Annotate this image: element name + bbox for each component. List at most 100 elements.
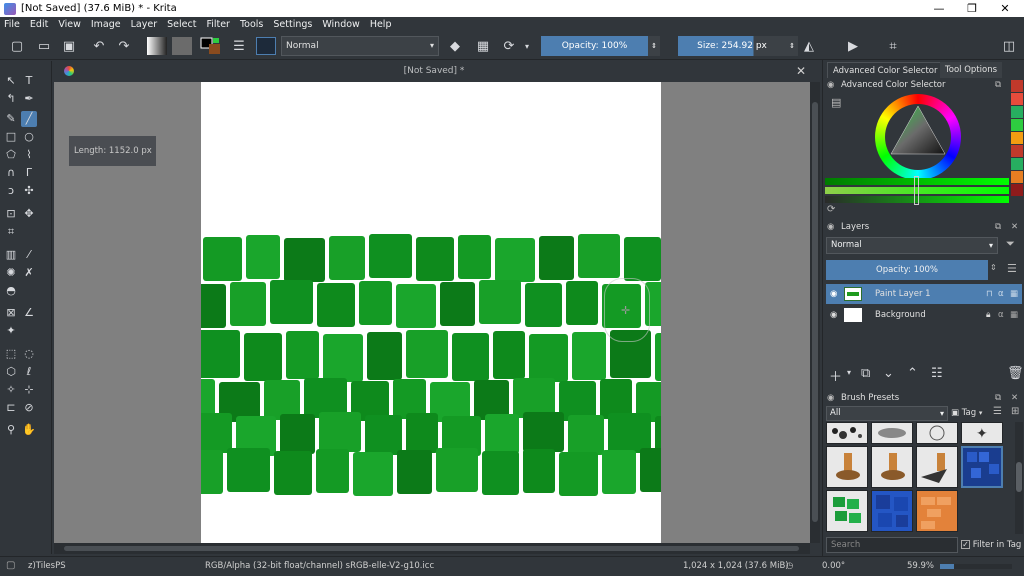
brush-presets-scrollbar-thumb[interactable] <box>1016 462 1022 492</box>
palette-swatch[interactable] <box>1011 80 1023 92</box>
rectangular-selection-tool-icon[interactable]: ⬚ <box>3 346 19 362</box>
brush-preset-icon[interactable] <box>256 37 276 55</box>
alpha-lock-icon[interactable]: α <box>998 305 1004 325</box>
tab-tool-options[interactable]: Tool Options <box>940 62 1003 78</box>
smart-patch-tool-icon[interactable]: ✗ <box>21 265 37 281</box>
minimize-button[interactable]: — <box>922 0 956 17</box>
size-slider[interactable]: Size: 254.92 px <box>678 36 786 56</box>
similar-color-selection-tool-icon[interactable]: ⊹ <box>21 382 37 398</box>
layer-menu-icon[interactable]: ☰ <box>1007 262 1017 275</box>
brush-preset-stamp-1[interactable] <box>826 446 868 488</box>
polyline-tool-icon[interactable]: ⌇ <box>21 147 37 163</box>
preserve-alpha-icon[interactable]: ▦ <box>474 37 492 55</box>
close-window-button[interactable]: ✕ <box>988 0 1022 17</box>
brush-preset-star[interactable]: ✦ <box>961 422 1003 444</box>
visibility-eye-icon[interactable]: ◉ <box>830 305 837 325</box>
document-tab[interactable]: [Not Saved] * ✕ <box>54 62 814 82</box>
zoom-tool-icon[interactable]: ⚲ <box>3 422 19 438</box>
vertical-scrollbar[interactable] <box>810 82 820 543</box>
menu-window[interactable]: Window <box>322 19 359 30</box>
gradient-tool-icon[interactable]: ▥ <box>3 247 19 263</box>
edit-shapes-tool-icon[interactable]: ↰ <box>3 91 19 107</box>
eraser-icon[interactable]: ◆ <box>446 37 464 55</box>
horizontal-scrollbar[interactable] <box>54 543 810 554</box>
reload-preset-icon[interactable]: ⟳ <box>500 37 518 55</box>
layer-filter-icon[interactable]: ⏷ <box>1006 237 1015 251</box>
tag-button[interactable]: ▣ Tag ▾ <box>951 406 989 421</box>
polygon-tool-icon[interactable]: ⬠ <box>3 147 19 163</box>
layers-float-icon[interactable]: ⧉ <box>995 220 1001 234</box>
visibility-eye-icon[interactable]: ◉ <box>830 284 837 304</box>
undo-icon[interactable]: ↶ <box>90 37 108 55</box>
select-shapes-tool-icon[interactable]: ↖ <box>3 73 19 89</box>
rotation-reset-icon[interactable]: ◷ <box>786 561 793 571</box>
brush-presets-scrollbar[interactable] <box>1015 422 1023 534</box>
save-document-icon[interactable]: ▣ <box>60 37 78 55</box>
pan-tool-icon[interactable]: ✋ <box>21 422 37 438</box>
freehand-selection-tool-icon[interactable]: ℓ <box>21 364 37 380</box>
elliptical-selection-tool-icon[interactable]: ◌ <box>21 346 37 362</box>
slider-marker[interactable] <box>914 176 919 205</box>
tab-advanced-color-selector[interactable]: Advanced Color Selector <box>827 62 944 78</box>
opacity-spin-icon[interactable]: ⇕ <box>648 36 660 56</box>
filter-in-tag-checkbox[interactable]: ✓ Filter in Tag <box>961 537 1024 553</box>
move-layer-down-icon[interactable]: ⌄ <box>883 366 894 381</box>
text-tool-icon[interactable]: T <box>21 73 37 89</box>
brush-settings-icon[interactable]: ☰ <box>230 37 248 55</box>
colorize-mask-tool-icon[interactable]: ✺ <box>3 265 19 281</box>
blend-mode-select[interactable]: Normal ▾ <box>281 36 439 56</box>
brush-presets-lock-icon[interactable]: ◉ <box>827 391 834 405</box>
color-selector-settings-icon[interactable]: ▤ <box>831 96 841 109</box>
inherit-alpha-icon[interactable]: ▦ <box>1010 305 1018 325</box>
gradient-selector-icon[interactable] <box>147 37 167 55</box>
magnetic-selection-tool-icon[interactable]: ⊘ <box>21 400 37 416</box>
menu-filter[interactable]: Filter <box>206 19 230 30</box>
brush-search-input[interactable]: Search <box>826 537 958 553</box>
mirror-horizontal-icon[interactable]: ◭ <box>800 37 818 55</box>
close-document-icon[interactable]: ✕ <box>796 64 806 78</box>
polygonal-selection-tool-icon[interactable]: ⬡ <box>3 364 19 380</box>
fill-tool-icon[interactable]: ◓ <box>3 283 19 299</box>
duplicate-layer-icon[interactable]: ⧉ <box>861 366 870 381</box>
measure-tool-icon[interactable]: ∠ <box>21 305 37 321</box>
lock-layer-icon[interactable]: ⊓ <box>986 284 993 304</box>
layer-properties-icon[interactable]: ☷ <box>931 366 943 381</box>
pattern-selector-icon[interactable] <box>172 37 192 55</box>
brush-preset-splatter[interactable] <box>826 422 868 444</box>
palette-swatch[interactable] <box>1011 106 1023 118</box>
ellipse-tool-icon[interactable]: ○ <box>21 129 37 145</box>
layer-blend-mode-select[interactable]: Normal ▾ <box>826 237 998 254</box>
freehand-path-tool-icon[interactable]: ᒥ <box>21 165 37 181</box>
inherit-alpha-icon[interactable]: ▦ <box>1010 284 1018 304</box>
menu-edit[interactable]: Edit <box>30 19 48 30</box>
menu-tools[interactable]: Tools <box>240 19 263 30</box>
layer-row-paint-layer-1[interactable]: ◉ Paint Layer 1 ⊓ α ▦ <box>826 284 1022 304</box>
palette-swatch[interactable] <box>1011 119 1023 131</box>
new-document-icon[interactable]: ▢ <box>8 37 26 55</box>
brush-presets-float-icon[interactable]: ⧉ <box>995 391 1001 405</box>
size-spin-icon[interactable]: ⇕ <box>786 36 798 56</box>
saturation-value-triangle[interactable] <box>875 94 961 180</box>
layer-opacity-slider[interactable]: Opacity: 100% <box>826 260 988 280</box>
palette-swatch[interactable] <box>1011 171 1023 183</box>
opacity-slider[interactable]: Opacity: 100% <box>541 36 648 56</box>
add-layer-dropdown-icon[interactable]: ▾ <box>847 368 851 377</box>
palette-swatch[interactable] <box>1011 145 1023 157</box>
move-tool-icon[interactable]: ✥ <box>21 206 37 222</box>
palette-swatch[interactable] <box>1011 93 1023 105</box>
brush-list-menu-icon[interactable]: ☰ <box>993 406 1002 417</box>
crop-tool-icon[interactable]: ⌗ <box>3 224 19 240</box>
brush-presets-close-icon[interactable]: ✕ <box>1011 391 1018 405</box>
menu-layer[interactable]: Layer <box>131 19 158 30</box>
redo-icon[interactable]: ↷ <box>115 37 133 55</box>
vertical-scrollbar-thumb[interactable] <box>812 102 818 522</box>
assistant-tool-icon[interactable]: ⊠ <box>3 305 19 321</box>
docker-toggle-icon[interactable]: ◫ <box>1000 37 1018 55</box>
line-tool-icon[interactable]: ╱ <box>21 111 37 127</box>
layer-row-background[interactable]: ◉ Background 🔒︎ α ▦ <box>826 305 1022 325</box>
brush-preset-circle[interactable] <box>916 422 958 444</box>
brush-preset-stamp-3[interactable] <box>916 446 958 488</box>
menu-image[interactable]: Image <box>91 19 121 30</box>
palette-swatch[interactable] <box>1011 132 1023 144</box>
foreground-background-colors-icon[interactable] <box>200 37 222 55</box>
